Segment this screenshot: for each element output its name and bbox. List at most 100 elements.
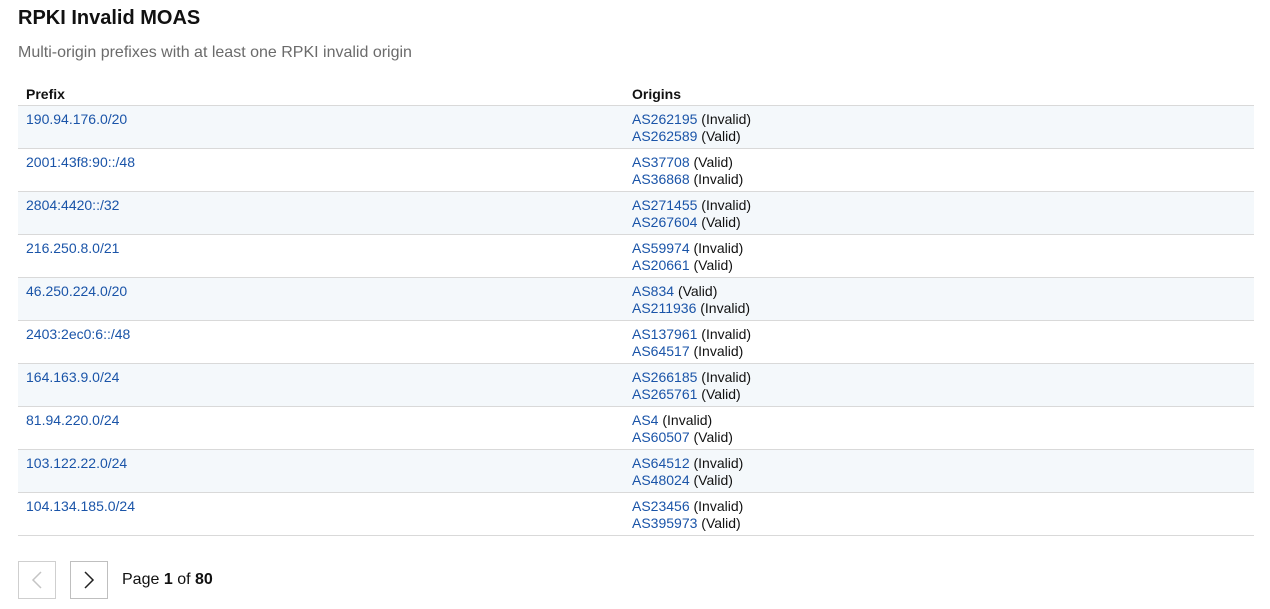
page-subtitle: Multi-origin prefixes with at least one …	[18, 44, 412, 61]
prefix-link[interactable]: 2804:4420::/32	[26, 197, 119, 213]
origins-cell: AS262195 (Invalid) AS262589 (Valid)	[624, 105, 1254, 149]
prefix-cell: 216.250.8.0/21	[18, 234, 624, 278]
table-row: 81.94.220.0/24 AS4 (Invalid) AS60507 (Vali…	[18, 406, 1254, 450]
prefix-cell: 2804:4420::/32	[18, 191, 624, 235]
table-row: 2001:43f8:90::/48 AS37708 (Valid) AS36868 …	[18, 148, 1254, 192]
table-row: 104.134.185.0/24 AS23456 (Invalid) AS39597…	[18, 492, 1254, 536]
origin-item: AS262195 (Invalid)	[632, 111, 1246, 128]
origin-item: AS271455 (Invalid)	[632, 197, 1246, 214]
origin-asn-link[interactable]: AS36868	[632, 171, 690, 187]
origin-rpki-status: (Invalid)	[701, 111, 752, 127]
origin-rpki-status: (Valid)	[693, 154, 733, 170]
origin-item: AS211936 (Invalid)	[632, 300, 1246, 317]
column-header-prefix: Prefix	[18, 83, 624, 106]
origin-asn-link[interactable]: AS265761	[632, 386, 697, 402]
prefix-link[interactable]: 81.94.220.0/24	[26, 412, 119, 428]
origin-item: AS395973 (Valid)	[632, 515, 1246, 532]
origin-asn-link[interactable]: AS64517	[632, 343, 690, 359]
chevron-right-icon	[84, 571, 95, 589]
origin-rpki-status: (Invalid)	[662, 412, 713, 428]
origin-item: AS37708 (Valid)	[632, 154, 1246, 171]
prefix-link[interactable]: 190.94.176.0/20	[26, 111, 127, 127]
origin-item: AS64512 (Invalid)	[632, 455, 1246, 472]
origin-asn-link[interactable]: AS137961	[632, 326, 697, 342]
prefix-link[interactable]: 103.122.22.0/24	[26, 455, 127, 471]
origin-rpki-status: (Invalid)	[693, 240, 744, 256]
prefix-cell: 2001:43f8:90::/48	[18, 148, 624, 192]
origin-asn-link[interactable]: AS262195	[632, 111, 697, 127]
prefix-link[interactable]: 216.250.8.0/21	[26, 240, 119, 256]
origin-rpki-status: (Valid)	[693, 429, 733, 445]
prefix-link[interactable]: 2001:43f8:90::/48	[26, 154, 135, 170]
origins-cell: AS59974 (Invalid) AS20661 (Valid)	[624, 234, 1254, 278]
prefix-link[interactable]: 164.163.9.0/24	[26, 369, 119, 385]
origin-item: AS267604 (Valid)	[632, 214, 1246, 231]
origins-cell: AS834 (Valid) AS211936 (Invalid)	[624, 277, 1254, 321]
origin-asn-link[interactable]: AS59974	[632, 240, 690, 256]
prefix-cell: 2403:2ec0:6::/48	[18, 320, 624, 364]
table-body: 190.94.176.0/20 AS262195 (Invalid) AS26258…	[18, 105, 1254, 536]
current-page: 1	[163, 571, 173, 588]
table-header-row: Prefix Origins	[18, 83, 1254, 106]
origin-rpki-status: (Valid)	[701, 214, 741, 230]
origins-cell: AS4 (Invalid) AS60507 (Valid)	[624, 406, 1254, 450]
prefix-link[interactable]: 46.250.224.0/20	[26, 283, 127, 299]
origin-item: AS266185 (Invalid)	[632, 369, 1246, 386]
prefix-cell: 103.122.22.0/24	[18, 449, 624, 493]
origin-rpki-status: (Invalid)	[701, 326, 752, 342]
origin-asn-link[interactable]: AS4	[632, 412, 658, 428]
prefix-cell: 190.94.176.0/20	[18, 105, 624, 149]
prefix-link[interactable]: 2403:2ec0:6::/48	[26, 326, 130, 342]
origin-item: AS265761 (Valid)	[632, 386, 1246, 403]
origin-item: AS834 (Valid)	[632, 283, 1246, 300]
origin-rpki-status: (Invalid)	[693, 455, 744, 471]
origins-cell: AS271455 (Invalid) AS267604 (Valid)	[624, 191, 1254, 235]
prefix-cell: 164.163.9.0/24	[18, 363, 624, 407]
origin-asn-link[interactable]: AS211936	[632, 300, 696, 316]
previous-page-button[interactable]	[18, 561, 56, 599]
origin-rpki-status: (Invalid)	[701, 369, 752, 385]
prefix-cell: 104.134.185.0/24	[18, 492, 624, 536]
origins-cell: AS137961 (Invalid) AS64517 (Invalid)	[624, 320, 1254, 364]
origin-rpki-status: (Valid)	[701, 515, 741, 531]
prefix-link[interactable]: 104.134.185.0/24	[26, 498, 135, 514]
origin-item: AS137961 (Invalid)	[632, 326, 1246, 343]
origin-asn-link[interactable]: AS20661	[632, 257, 690, 273]
prefix-cell: 81.94.220.0/24	[18, 406, 624, 450]
total-pages: 80	[194, 571, 213, 588]
origin-rpki-status: (Valid)	[693, 257, 733, 273]
of-label: of	[177, 571, 191, 588]
table-row: 216.250.8.0/21 AS59974 (Invalid) AS20661 (…	[18, 234, 1254, 278]
origin-asn-link[interactable]: AS64512	[632, 455, 690, 471]
origin-rpki-status: (Valid)	[693, 472, 733, 488]
table-row: 2403:2ec0:6::/48 AS137961 (Invalid) AS6451…	[18, 320, 1254, 364]
origin-item: AS262589 (Valid)	[632, 128, 1246, 145]
origin-asn-link[interactable]: AS60507	[632, 429, 690, 445]
page-label: Page	[122, 571, 160, 588]
origin-asn-link[interactable]: AS262589	[632, 128, 697, 144]
page-indicator: Page 1 of 80	[122, 571, 213, 589]
origin-asn-link[interactable]: AS267604	[632, 214, 697, 230]
origin-asn-link[interactable]: AS37708	[632, 154, 690, 170]
prefix-cell: 46.250.224.0/20	[18, 277, 624, 321]
origin-asn-link[interactable]: AS395973	[632, 515, 697, 531]
origin-rpki-status: (Invalid)	[700, 300, 751, 316]
table-row: 190.94.176.0/20 AS262195 (Invalid) AS26258…	[18, 105, 1254, 149]
origin-rpki-status: (Valid)	[701, 128, 741, 144]
origin-asn-link[interactable]: AS23456	[632, 498, 690, 514]
origins-cell: AS23456 (Invalid) AS395973 (Valid)	[624, 492, 1254, 536]
origin-asn-link[interactable]: AS271455	[632, 197, 697, 213]
table-row: 164.163.9.0/24 AS266185 (Invalid) AS265761…	[18, 363, 1254, 407]
origins-cell: AS64512 (Invalid) AS48024 (Valid)	[624, 449, 1254, 493]
origin-asn-link[interactable]: AS266185	[632, 369, 697, 385]
origin-asn-link[interactable]: AS834	[632, 283, 674, 299]
origin-rpki-status: (Invalid)	[693, 343, 744, 359]
origin-item: AS59974 (Invalid)	[632, 240, 1246, 257]
next-page-button[interactable]	[70, 561, 108, 599]
origin-rpki-status: (Valid)	[677, 283, 718, 299]
table-row: 103.122.22.0/24 AS64512 (Invalid) AS48024 …	[18, 449, 1254, 493]
origin-rpki-status: (Valid)	[701, 386, 741, 402]
origin-asn-link[interactable]: AS48024	[632, 472, 690, 488]
moas-table: Prefix Origins 190.94.176.0/20 AS262195 (…	[18, 83, 1254, 536]
table-row: 46.250.224.0/20 AS834 (Valid) AS211936 (In…	[18, 277, 1254, 321]
